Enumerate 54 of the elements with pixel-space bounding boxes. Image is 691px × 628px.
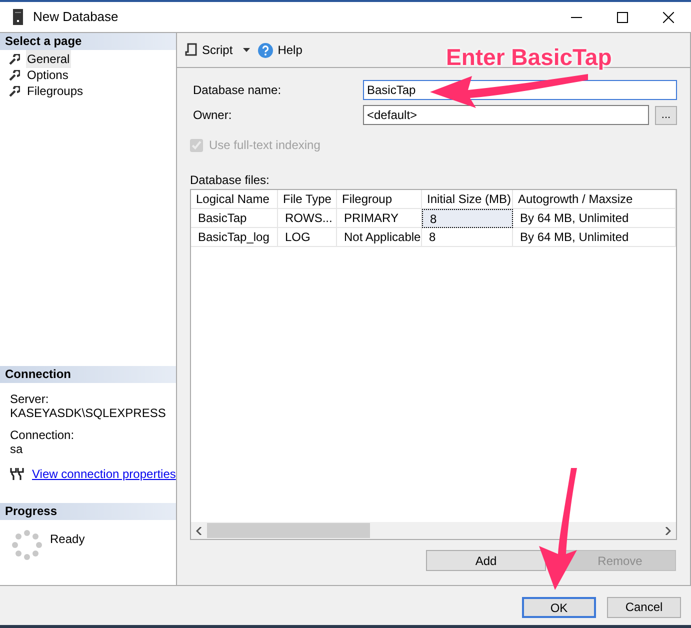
plug-icon (10, 468, 24, 480)
checkbox-label: Use full-text indexing (209, 137, 320, 154)
connection-properties-link[interactable]: View connection properties (32, 465, 176, 483)
field-label: Database name: (192, 82, 282, 99)
close-icon (662, 12, 674, 22)
scroll-left-icon[interactable] (196, 526, 202, 534)
section-label: Database files: (190, 173, 270, 187)
database-icon (13, 9, 23, 25)
section-header: Select a page (0, 33, 176, 50)
table-cell[interactable]: By 64 MB, Unlimited (513, 228, 676, 247)
wrench-icon (9, 86, 20, 96)
connection-user: sa (10, 442, 24, 456)
caret-icon (242, 48, 250, 52)
column-header[interactable]: File Type (278, 190, 337, 209)
browse-button[interactable]: ... (655, 106, 677, 124)
column-header[interactable]: Autogrowth / Maxsize (513, 190, 676, 209)
help-icon (258, 42, 273, 58)
table-cell[interactable]: 8 (422, 209, 513, 228)
progress-status: Ready (50, 531, 85, 548)
scrollbar-thumb[interactable] (207, 523, 370, 538)
page-item[interactable]: Filegroups (26, 82, 84, 100)
window-title: New Database (33, 8, 118, 26)
minimize-icon (570, 16, 582, 18)
server-name: KASEYASDK\SQLEXPRESS (10, 406, 166, 420)
field-label: Owner: (192, 107, 233, 124)
script-icon (185, 43, 197, 57)
horizontal-scrollbar[interactable] (191, 522, 676, 539)
connection-label: Connection: (10, 429, 76, 442)
table-cell[interactable]: By 64 MB, Unlimited (513, 209, 676, 228)
wrench-icon (9, 70, 20, 80)
section-header: Connection (0, 366, 176, 383)
page-item[interactable]: General (26, 50, 71, 68)
owner-field[interactable]: <default> (363, 105, 649, 125)
table-cell[interactable]: 8 (422, 228, 513, 247)
column-header[interactable]: Filegroup (337, 190, 422, 209)
server-label: Server: (10, 393, 50, 406)
scroll-right-icon[interactable] (665, 526, 671, 534)
table-cell[interactable]: Not Applicable (337, 228, 422, 247)
wrench-icon (9, 54, 20, 64)
dialog-button[interactable]: Cancel (607, 596, 681, 618)
section-header: Progress (0, 503, 176, 520)
help-button[interactable]: Help (258, 41, 302, 59)
column-header[interactable]: Logical Name (191, 190, 278, 209)
table-cell[interactable]: BasicTap_log (191, 228, 278, 247)
spinner-icon (12, 530, 42, 560)
grid-button[interactable]: Add (426, 550, 546, 571)
table-cell[interactable]: ROWS... (278, 209, 337, 228)
table-cell[interactable]: LOG (278, 228, 337, 247)
annotation-text: Enter BasicTap (446, 43, 612, 72)
table-cell[interactable]: BasicTap (191, 209, 278, 228)
script-button[interactable]: Script (185, 41, 250, 59)
dialog-button[interactable]: OK (522, 596, 596, 618)
page-item[interactable]: Options (26, 66, 70, 84)
maximize-icon (616, 12, 628, 22)
